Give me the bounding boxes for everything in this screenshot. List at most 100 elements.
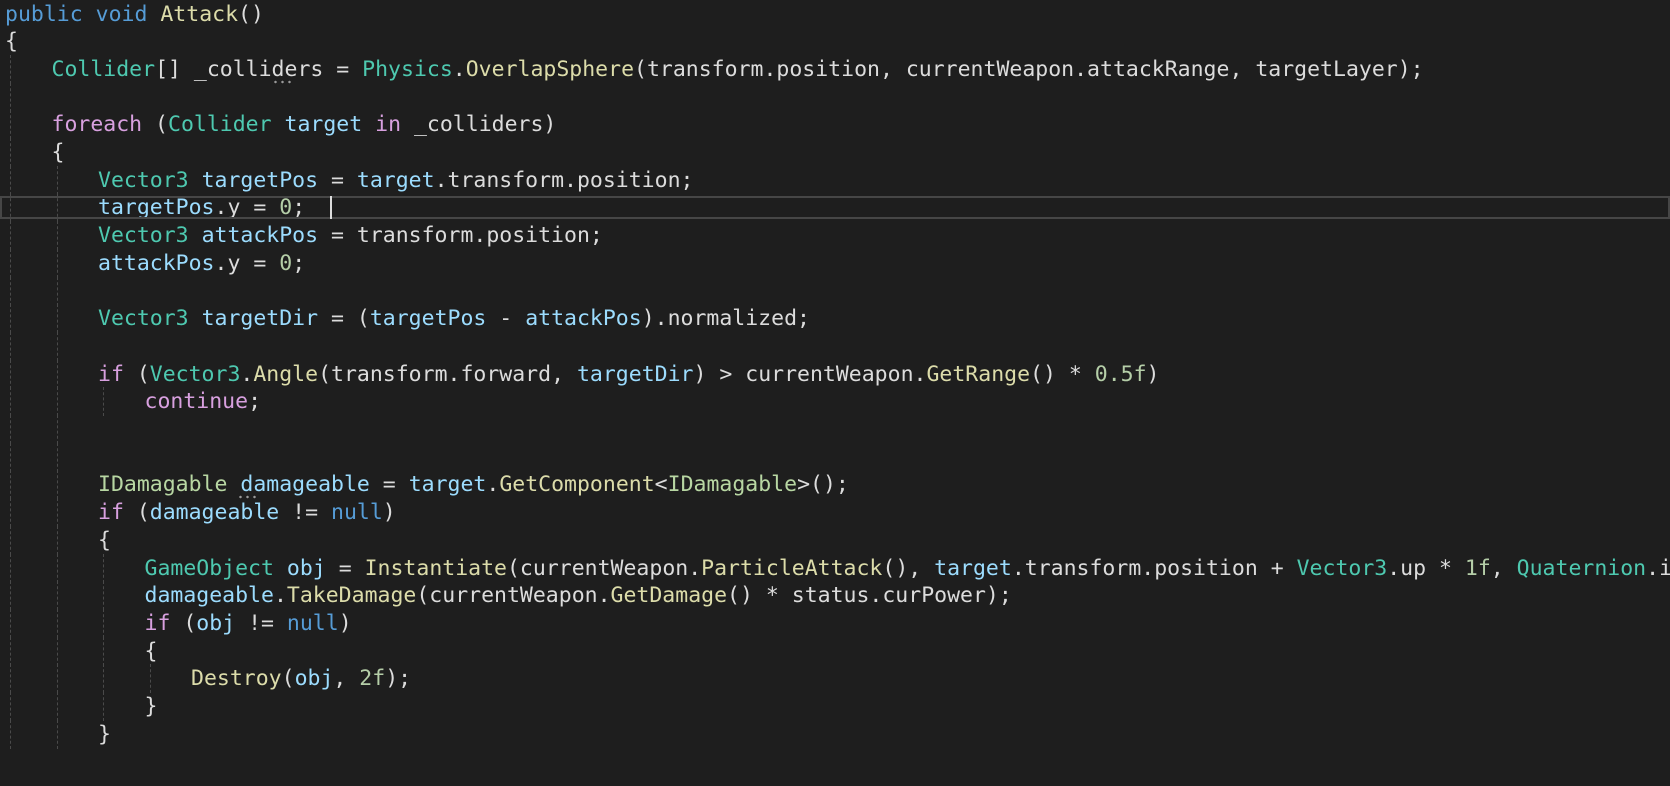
- suggestion-dots-icon[interactable]: [271, 79, 294, 84]
- code-line[interactable]: foreach (Collider target in _colliders): [0, 110, 1670, 140]
- indent-guide: [57, 719, 58, 749]
- indent-guide: [10, 276, 11, 306]
- code-line[interactable]: }: [0, 692, 1670, 721]
- code-line[interactable]: if (Vector3.Angle(transform.forward, tar…: [0, 359, 1670, 389]
- code-line[interactable]: Destroy(obj, 2f);: [0, 664, 1670, 694]
- code-token: IDamagable: [667, 472, 798, 498]
- code-editor[interactable]: public void Attack(){Collider[] _collide…: [0, 0, 1670, 786]
- code-token: >();: [797, 472, 849, 498]
- indent-guide: [10, 636, 11, 666]
- code-token: GetRange: [926, 361, 1031, 387]
- code-token: .transform.position;: [434, 167, 694, 193]
- line-code: {: [98, 526, 111, 555]
- code-token: OverlapSphere: [465, 56, 635, 82]
- code-line[interactable]: }: [0, 719, 1670, 749]
- indent-guide: [10, 719, 11, 749]
- code-token: continue: [144, 389, 249, 415]
- indent-guide: [103, 581, 104, 611]
- code-line[interactable]: Collider[] _colliders = Physics.OverlapS…: [0, 54, 1670, 84]
- code-token: if: [144, 610, 171, 636]
- code-token: targetDir: [576, 361, 694, 387]
- code-line[interactable]: Vector3 attackPos = transform.position;: [0, 221, 1670, 251]
- code-token: Destroy: [191, 666, 282, 692]
- code-token: foreach: [51, 112, 143, 138]
- code-line[interactable]: if (obj != null): [0, 608, 1670, 638]
- code-token: ): [338, 610, 352, 636]
- code-line[interactable]: {: [0, 27, 1670, 56]
- code-line[interactable]: [0, 415, 1670, 444]
- code-token: <: [654, 472, 668, 498]
- code-line[interactable]: attackPos.y = 0;: [0, 248, 1670, 278]
- code-token: Vector3: [149, 361, 241, 387]
- code-line[interactable]: Vector3 targetDir = (targetPos - attackP…: [0, 304, 1670, 334]
- code-token: targetPos: [201, 167, 319, 193]
- code-line[interactable]: public void Attack(): [0, 0, 1670, 29]
- code-line[interactable]: [0, 331, 1670, 361]
- code-token: GetDamage: [610, 583, 728, 609]
- code-line[interactable]: [0, 442, 1670, 472]
- indent-guide: [57, 692, 58, 721]
- code-line[interactable]: {: [0, 138, 1670, 167]
- current-line-highlight: [0, 196, 1670, 220]
- line-code: attackPos.y = 0;: [98, 249, 305, 278]
- code-token: Collider: [51, 56, 156, 82]
- indent-guide: [10, 498, 11, 528]
- line-code: {: [5, 27, 18, 56]
- code-token: ) > currentWeapon.: [693, 361, 927, 387]
- line-code: Collider[] _colliders = Physics.OverlapS…: [52, 55, 1424, 84]
- code-token: ;: [248, 389, 262, 415]
- code-line[interactable]: {: [0, 636, 1670, 666]
- code-line[interactable]: GameObject obj = Instantiate(currentWeap…: [0, 553, 1670, 583]
- line-code: {: [145, 637, 158, 666]
- indent-guide: [103, 553, 104, 583]
- code-line[interactable]: [0, 82, 1670, 112]
- suggestion-dots-icon[interactable]: [237, 495, 260, 500]
- code-line[interactable]: {: [0, 525, 1670, 555]
- code-token: [] _colliders =: [155, 56, 363, 82]
- code-token: IDamagable: [98, 472, 228, 498]
- indent-guide: [57, 636, 58, 666]
- line-code: continue;: [145, 387, 262, 416]
- code-token: () *: [1030, 361, 1095, 387]
- code-token: attackPos: [525, 306, 642, 332]
- code-token: =: [369, 472, 409, 498]
- indent-guide: [103, 664, 104, 694]
- code-token: ,: [1490, 555, 1517, 581]
- code-token: (): [238, 1, 264, 27]
- code-token: {: [98, 527, 111, 553]
- code-token: (: [123, 361, 150, 387]
- code-line[interactable]: damageable.TakeDamage(currentWeapon.GetD…: [0, 581, 1670, 611]
- indent-guide: [10, 442, 11, 472]
- code-token: public: [5, 1, 83, 27]
- code-token: obj: [286, 555, 326, 581]
- indent-guide: [57, 276, 58, 306]
- indent-guide: [57, 331, 58, 361]
- line-code: damageable.TakeDamage(currentWeapon.GetD…: [145, 581, 1012, 610]
- code-line[interactable]: if (damageable != null): [0, 498, 1670, 528]
- code-line[interactable]: continue;: [0, 387, 1670, 417]
- code-token: target: [934, 555, 1012, 581]
- indent-guide: [57, 415, 58, 444]
- line-code: if (Vector3.Angle(transform.forward, tar…: [98, 360, 1160, 389]
- indent-guide: [10, 470, 11, 500]
- indent-guide: [103, 692, 104, 721]
- indent-guide: [10, 608, 11, 638]
- code-token: void: [95, 1, 148, 27]
- code-token: damageable: [240, 472, 370, 498]
- code-token: (),: [882, 555, 935, 581]
- indent-guide: [103, 387, 104, 417]
- code-token: target: [284, 112, 363, 138]
- code-token: }: [98, 721, 111, 747]
- code-token: TakeDamage: [286, 583, 417, 609]
- code-line[interactable]: [0, 276, 1670, 306]
- indent-guide: [10, 82, 11, 112]
- code-line[interactable]: Vector3 targetPos = target.transform.pos…: [0, 165, 1670, 195]
- indent-guide: [10, 359, 11, 389]
- indent-guide: [57, 553, 58, 583]
